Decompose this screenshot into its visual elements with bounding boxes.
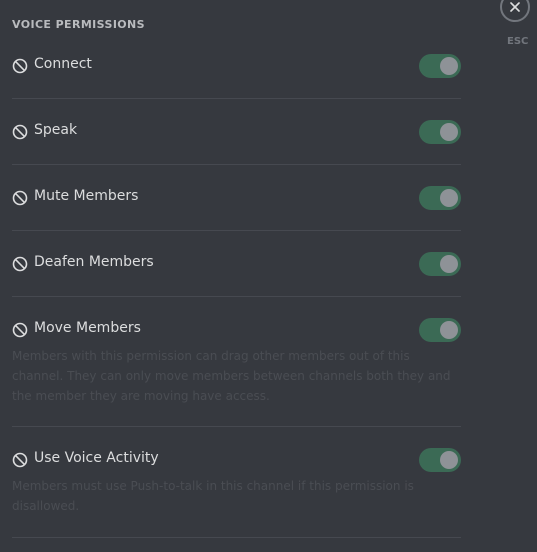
permission-mute-members: Mute Members	[12, 186, 461, 210]
divider	[12, 426, 461, 427]
permission-label-deafen-members: Deafen Members	[34, 254, 154, 270]
toggle-use-voice-activity[interactable]	[419, 448, 461, 472]
toggle-knob	[440, 57, 458, 75]
permission-description-move-members: Members with this permission can drag ot…	[12, 349, 451, 403]
toggle-deafen-members[interactable]	[419, 252, 461, 276]
close-control: ESC	[500, 0, 536, 47]
toggle-knob	[440, 123, 458, 141]
toggle-knob	[440, 451, 458, 469]
permission-connect: Connect	[12, 54, 461, 78]
block-icon	[12, 256, 28, 272]
block-icon	[12, 124, 28, 140]
permission-label-move-members: Move Members	[34, 320, 141, 336]
permission-use-voice-activity: Use Voice Activity Members must use Push…	[12, 448, 461, 516]
permission-label-connect: Connect	[34, 56, 92, 72]
permission-deafen-members: Deafen Members	[12, 252, 461, 276]
permission-label-speak: Speak	[34, 122, 78, 138]
permission-label-mute-members: Mute Members	[34, 188, 139, 204]
toggle-mute-members[interactable]	[419, 186, 461, 210]
block-icon	[12, 58, 28, 74]
block-icon	[12, 322, 28, 338]
permission-move-members: Move Members Members with this permissio…	[12, 318, 461, 406]
divider	[12, 537, 461, 538]
divider	[12, 164, 461, 165]
permission-speak: Speak	[12, 120, 461, 144]
close-button[interactable]	[500, 0, 530, 22]
toggle-knob	[440, 255, 458, 273]
divider	[12, 98, 461, 99]
toggle-move-members[interactable]	[419, 318, 461, 342]
block-icon	[12, 452, 28, 468]
toggle-knob	[440, 189, 458, 207]
permission-description-use-voice-activity: Members must use Push-to-talk in this ch…	[12, 479, 414, 513]
permission-label-use-voice-activity: Use Voice Activity	[34, 450, 159, 466]
divider	[12, 296, 461, 297]
block-icon	[12, 190, 28, 206]
close-icon	[510, 2, 520, 12]
divider	[12, 230, 461, 231]
section-title: VOICE PERMISSIONS	[12, 18, 145, 31]
toggle-knob	[440, 321, 458, 339]
toggle-speak[interactable]	[419, 120, 461, 144]
esc-label: ESC	[507, 36, 529, 47]
toggle-connect[interactable]	[419, 54, 461, 78]
